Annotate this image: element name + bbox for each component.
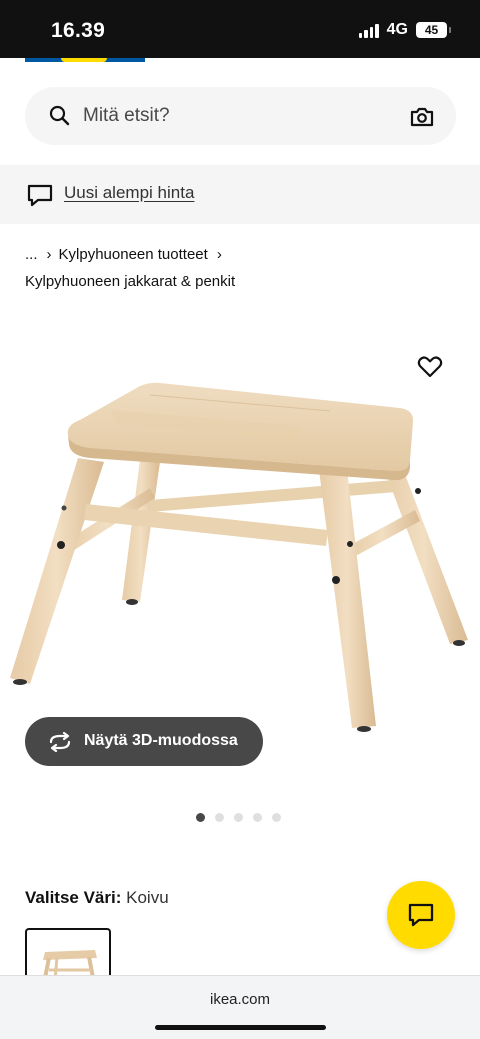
pagination-dot[interactable] [215,813,224,822]
breadcrumb-ellipsis[interactable]: ... [25,246,38,263]
breadcrumb-item[interactable]: Kylpyhuoneen jakkarat & penkit [25,273,235,290]
breadcrumb: ... › Kylpyhuoneen tuotteet › Kylpyhuoneen … [25,241,455,295]
chat-icon [408,903,434,927]
network-type: 4G [386,21,408,38]
battery-icon: 45 [416,22,451,38]
image-pagination [196,813,281,822]
pagination-dot[interactable] [196,813,205,822]
heart-icon[interactable] [417,355,443,379]
color-selection: Valitse Väri: Koivu [25,888,169,908]
rotate-3d-icon [49,732,71,752]
search-input[interactable] [83,101,383,131]
home-indicator[interactable] [155,1025,326,1030]
chevron-right-icon: › [46,246,52,263]
status-bar: 16.39 4G 45 [0,0,480,58]
search-icon [49,105,70,126]
battery-level: 45 [424,23,439,37]
pagination-dot[interactable] [272,813,281,822]
breadcrumb-item[interactable]: Kylpyhuoneen tuotteet [59,246,208,263]
search-bar[interactable] [25,87,456,145]
view-3d-label: Näytä 3D-muodossa [84,732,238,749]
ikea-logo[interactable] [25,58,145,62]
signal-icon [358,23,379,38]
promo-bar: Uusi alempi hinta [0,165,480,224]
promo-link[interactable]: Uusi alempi hinta [64,183,194,203]
status-indicators: 4G 45 [358,21,451,39]
pagination-dot[interactable] [234,813,243,822]
pagination-dot[interactable] [253,813,262,822]
chat-button[interactable] [387,881,455,949]
chat-bubble-icon [27,184,53,207]
view-3d-button[interactable]: Näytä 3D-muodossa [25,717,263,766]
color-value: Koivu [126,888,169,907]
status-time: 16.39 [51,19,106,42]
camera-icon[interactable] [409,106,435,128]
browser-url-bar[interactable]: ikea.com [0,975,480,1039]
color-label: Valitse Väri: [25,888,122,907]
url-text[interactable]: ikea.com [0,991,480,1008]
chevron-right-icon: › [216,246,222,263]
